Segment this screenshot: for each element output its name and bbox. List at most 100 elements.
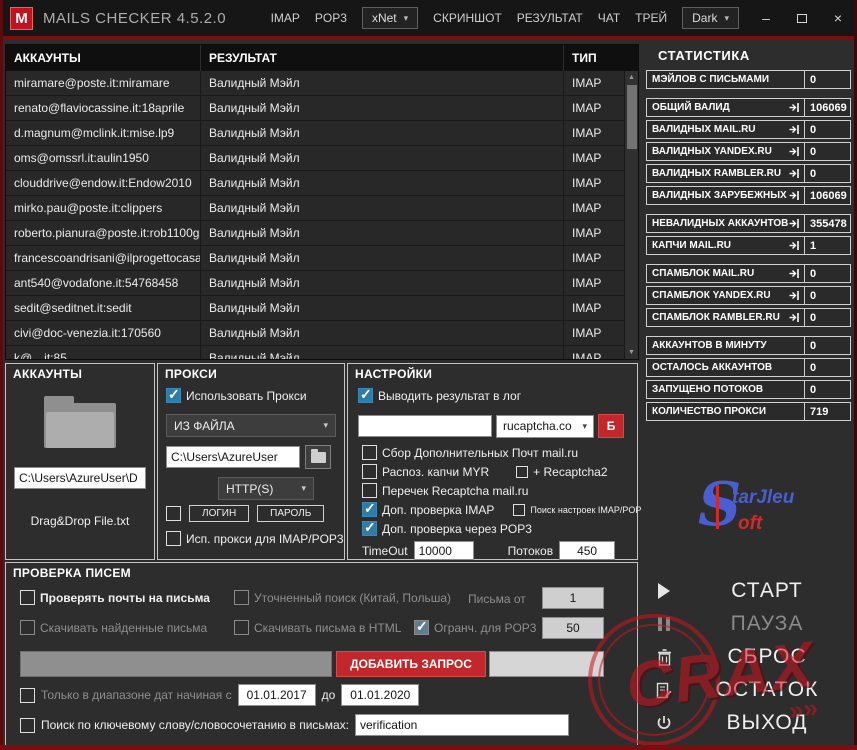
download-found-checkbox[interactable]	[20, 620, 35, 635]
action-buttons: СТАРТ ПАУЗА СБРОС ОСТАТОК ВЫХОД	[646, 576, 852, 741]
use-proxy-checkbox[interactable]	[166, 388, 181, 403]
pop3-extra-check-label: Доп. проверка через POP3	[382, 522, 532, 536]
column-header-type[interactable]: ТИП	[564, 45, 624, 71]
recaptcha2-checkbox[interactable]	[516, 466, 528, 478]
pause-button[interactable]: ПАУЗА	[646, 609, 852, 639]
keyword-input[interactable]	[355, 714, 569, 736]
reset-button[interactable]: СБРОС	[646, 642, 852, 672]
table-row[interactable]: sedit@seditnet.it:sedit Валидный Мэйл IM…	[6, 296, 624, 321]
proxy-login-button[interactable]: ЛОГИН	[189, 505, 249, 522]
cell-account: francescoandrisani@ilprogettocasa.i	[6, 246, 201, 270]
imap-extra-check-checkbox[interactable]	[362, 502, 377, 517]
table-row[interactable]: ant540@vodafone.it:54768458 Валидный Мэй…	[6, 271, 624, 296]
menu-chat[interactable]: ЧАТ	[598, 11, 620, 25]
proxy-auth-checkbox[interactable]	[166, 506, 181, 521]
browse-proxy-file-button[interactable]	[305, 445, 331, 469]
check-letters-checkbox[interactable]	[20, 590, 35, 605]
settings-panel: НАСТРОЙКИ Выводить результат в лог rucap…	[347, 363, 638, 560]
menu-xnet-dropdown[interactable]: xNet▾	[362, 7, 418, 29]
maximize-button[interactable]	[793, 9, 811, 27]
timeout-input[interactable]	[414, 541, 474, 560]
stat-value: 0	[805, 358, 851, 377]
folder-icon[interactable]	[44, 396, 116, 448]
timeout-label: TimeOut	[362, 544, 408, 558]
cell-account: k@…it:85…	[6, 346, 201, 359]
add-query-button[interactable]: ДОБАВИТЬ ЗАПРОС	[336, 651, 486, 677]
captcha-balance-button[interactable]: Б	[598, 414, 624, 438]
start-button[interactable]: СТАРТ	[646, 576, 852, 606]
scrollbar-thumb[interactable]	[627, 85, 637, 149]
keyword-search-checkbox[interactable]	[20, 718, 35, 733]
date-from-input[interactable]	[238, 684, 316, 706]
table-row[interactable]: francescoandrisani@ilprogettocasa.i Вали…	[6, 246, 624, 271]
table-row[interactable]: mirko.pau@poste.it:clippers Валидный Мэй…	[6, 196, 624, 221]
recognize-captcha-checkbox[interactable]	[362, 464, 377, 479]
recaptcha2-label: + Recaptcha2	[533, 465, 607, 479]
table-row[interactable]: k@…it:85… Валидный Мэйл IMAP	[6, 346, 624, 359]
menu-screenshot[interactable]: СКРИНШОТ	[433, 11, 502, 25]
menu-pop3[interactable]: POP3	[315, 11, 347, 25]
proxy-password-button[interactable]: ПАРОЛЬ	[257, 505, 324, 522]
threads-input[interactable]	[559, 541, 615, 560]
download-html-checkbox[interactable]	[234, 620, 249, 635]
chevron-down-icon: ▾	[582, 421, 587, 432]
stat-label: ВАЛИДНЫХ ЗАРУБЕЖНЫХ	[652, 190, 787, 201]
table-row[interactable]: d.magnum@mclink.it:mise.lp9 Валидный Мэй…	[6, 121, 624, 146]
captcha-key-input[interactable]	[358, 415, 492, 437]
imap-settings-search-checkbox[interactable]	[513, 504, 525, 516]
pop3-limit-checkbox[interactable]	[414, 620, 429, 635]
open-list-icon[interactable]	[789, 124, 800, 135]
menu-tray[interactable]: ТРЕЙ	[635, 11, 667, 25]
cell-result: Валидный Мэйл	[201, 71, 564, 95]
column-header-result[interactable]: РЕЗУЛЬТАТ	[201, 45, 564, 71]
query-list-input[interactable]	[489, 651, 604, 677]
proxy-protocol-select[interactable]: HTTP(S) ▾	[218, 477, 314, 500]
open-list-icon[interactable]	[789, 312, 800, 323]
refined-search-checkbox[interactable]	[234, 590, 249, 605]
proxy-source-select[interactable]: ИЗ ФАЙЛА ▾	[166, 414, 336, 437]
table-scrollbar[interactable]: ▲ ▼	[624, 71, 638, 359]
log-results-checkbox[interactable]	[358, 388, 373, 403]
captcha-service-select[interactable]: rucaptcha.co ▾	[496, 415, 594, 438]
close-button[interactable]: ×	[829, 9, 847, 27]
open-list-icon[interactable]	[789, 146, 800, 157]
pop3-extra-check-checkbox[interactable]	[362, 521, 377, 536]
scroll-down-icon[interactable]: ▼	[628, 347, 635, 358]
date-to-input[interactable]	[341, 684, 419, 706]
stat-row: НЕВАЛИДНЫХ АККАУНТОВ 355478	[646, 214, 851, 233]
open-list-icon[interactable]	[789, 240, 800, 251]
search-query-input[interactable]	[20, 651, 332, 677]
open-list-icon[interactable]	[789, 102, 800, 113]
theme-dropdown[interactable]: Dark▾	[682, 7, 739, 29]
table-row[interactable]: miramare@poste.it:miramare Валидный Мэйл…	[6, 71, 624, 96]
letters-from-label: Письма от	[468, 592, 526, 606]
proxy-for-imap-checkbox[interactable]	[166, 531, 181, 546]
open-list-icon[interactable]	[789, 218, 800, 229]
column-header-accounts[interactable]: АККАУНТЫ	[6, 45, 201, 71]
rest-button[interactable]: ОСТАТОК	[646, 675, 852, 705]
threads-label: Потоков	[508, 544, 554, 558]
menu-result[interactable]: РЕЗУЛЬТАТ	[517, 11, 583, 25]
table-row[interactable]: roberto.pianura@poste.it:rob1100gs Валид…	[6, 221, 624, 246]
pop3-limit-input[interactable]	[542, 617, 604, 639]
collect-extra-mail-checkbox[interactable]	[362, 445, 377, 460]
stats-list: МЭЙЛОВ С ПИСЬМАМИ 0 ОБЩИЙ ВАЛИД 106069 В…	[646, 70, 851, 424]
open-list-icon[interactable]	[789, 190, 800, 201]
open-list-icon[interactable]	[789, 168, 800, 179]
table-row[interactable]: civi@doc-venezia.it:170560 Валидный Мэйл…	[6, 321, 624, 346]
table-row[interactable]: oms@omssrl.it:aulin1950 Валидный Мэйл IM…	[6, 146, 624, 171]
table-row[interactable]: renato@flaviocassine.it:18aprile Валидны…	[6, 96, 624, 121]
menu-imap[interactable]: IMAP	[271, 11, 300, 25]
cell-type: IMAP	[564, 271, 624, 295]
accounts-file-path-input[interactable]	[14, 467, 146, 489]
recheck-recaptcha-checkbox[interactable]	[362, 483, 377, 498]
open-list-icon[interactable]	[789, 290, 800, 301]
proxy-file-path-input[interactable]	[166, 446, 300, 468]
exit-button[interactable]: ВЫХОД	[646, 708, 852, 738]
letters-from-input[interactable]	[542, 587, 604, 609]
open-list-icon[interactable]	[789, 268, 800, 279]
scroll-up-icon[interactable]: ▲	[628, 72, 635, 83]
minimize-button[interactable]: –	[757, 9, 775, 27]
date-range-checkbox[interactable]	[20, 688, 35, 703]
table-row[interactable]: clouddrive@endow.it:Endow2010 Валидный М…	[6, 171, 624, 196]
